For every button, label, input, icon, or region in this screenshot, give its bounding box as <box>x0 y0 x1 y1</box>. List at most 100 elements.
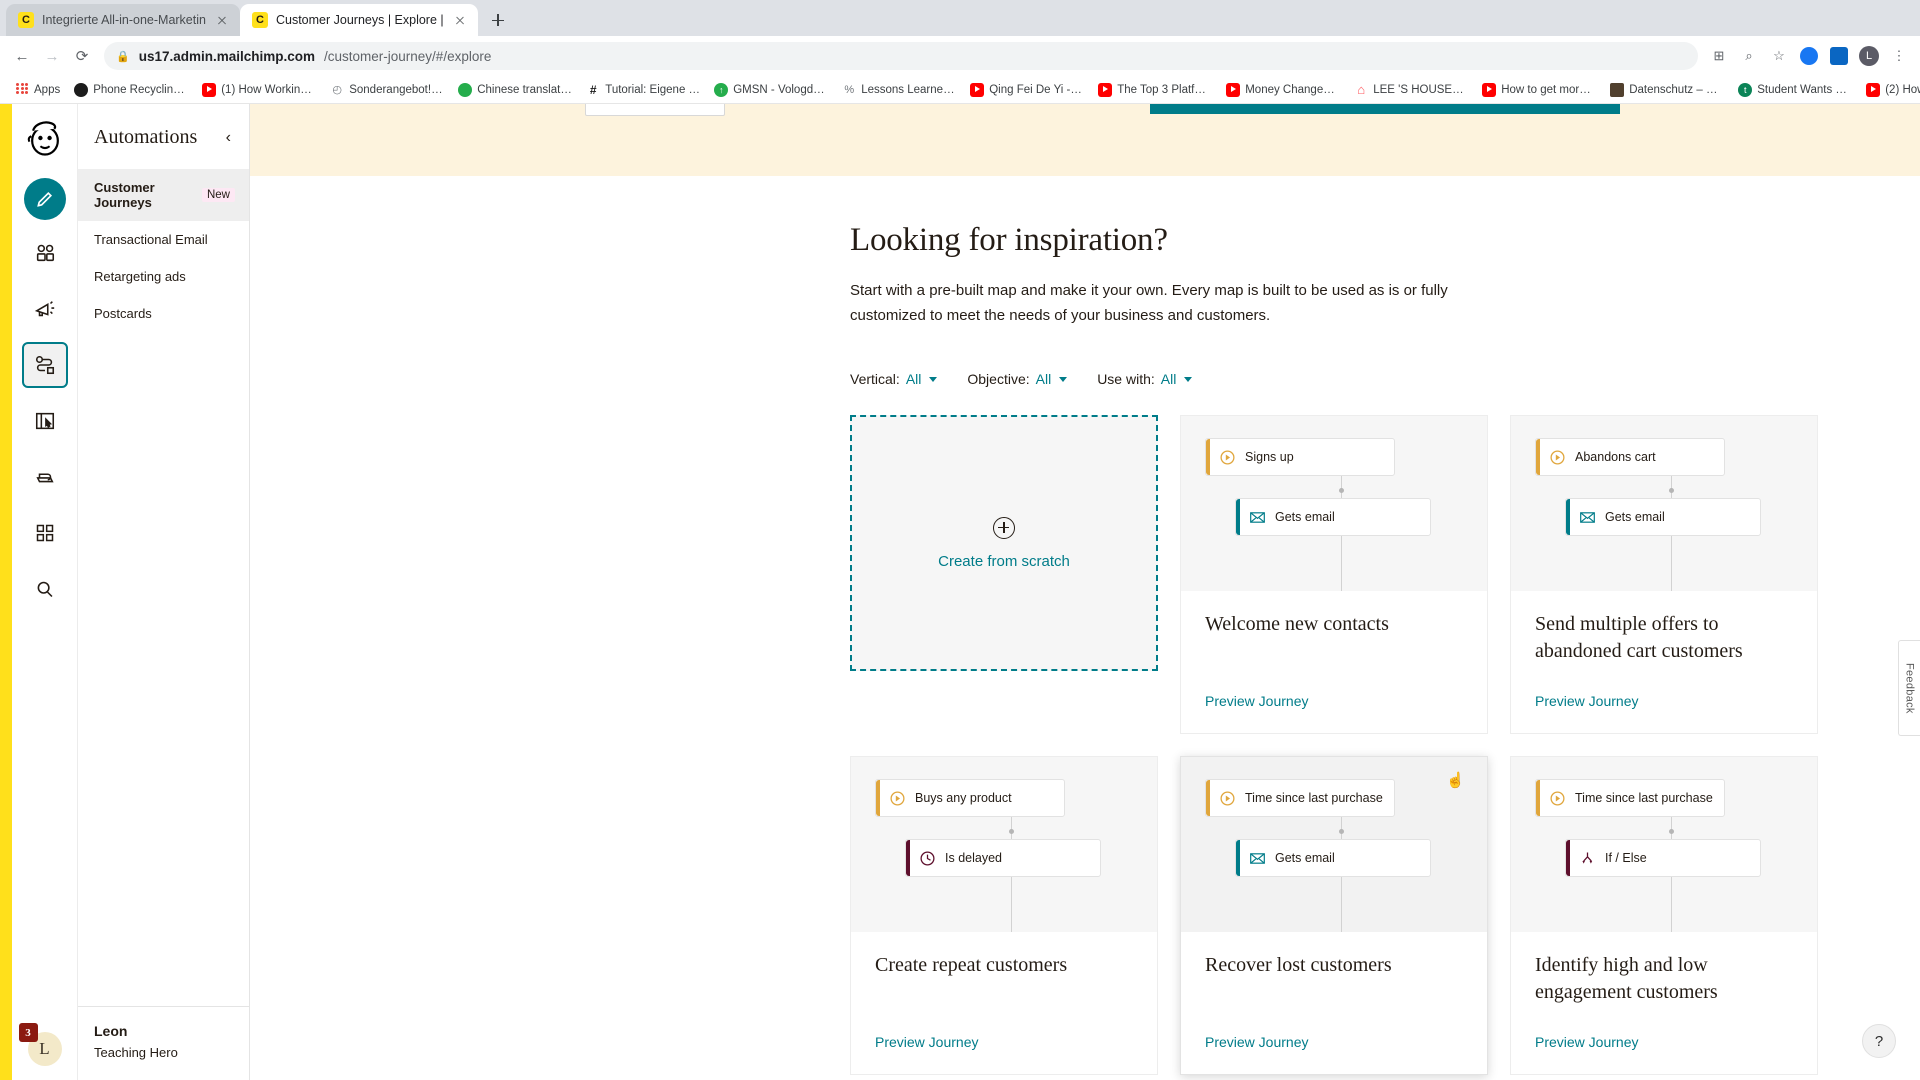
journey-card[interactable]: Time since last purchase If / Else Ident… <box>1510 756 1818 1075</box>
node-label: Time since last purchase <box>1575 791 1713 805</box>
node-label: Gets email <box>1275 510 1335 524</box>
preview-journey-link[interactable]: Preview Journey <box>1205 1006 1463 1050</box>
clock-icon <box>918 849 936 867</box>
filter-objective[interactable]: Objective: All <box>967 371 1068 387</box>
sidebar-item-postcards[interactable]: Postcards <box>78 295 249 332</box>
journey-card-body: Recover lost customers Preview Journey <box>1181 932 1487 1074</box>
bookmark-item[interactable]: (2) How To Add A... <box>1859 81 1920 99</box>
chevron-left-icon[interactable]: ‹ <box>226 129 231 146</box>
create-from-scratch-card[interactable]: Create from scratch <box>850 415 1158 671</box>
sidebar-item-content-studio[interactable] <box>22 454 68 500</box>
zoom-icon[interactable]: ⌕ <box>1736 43 1762 69</box>
chevron-down-icon <box>1184 376 1193 382</box>
apps-grid-icon <box>15 82 29 97</box>
bookmark-item[interactable]: ⌂ LEE 'S HOUSE—... <box>1347 81 1475 99</box>
help-button[interactable]: ? <box>1862 1024 1896 1058</box>
bookmark-item[interactable]: # Tutorial: Eigene Fa... <box>579 81 707 99</box>
preview-journey-link[interactable]: Preview Journey <box>1205 665 1463 709</box>
journey-card[interactable]: Signs up Gets email Welcome new contacts… <box>1180 415 1488 734</box>
bookmark-item[interactable]: Money Changes E... <box>1219 81 1347 99</box>
sidebar-item-campaigns[interactable] <box>22 286 68 332</box>
back-icon[interactable]: ← <box>8 42 36 70</box>
filter-vertical[interactable]: Vertical: All <box>850 371 938 387</box>
filter-use-with[interactable]: Use with: All <box>1097 371 1193 387</box>
preview-journey-link[interactable]: Preview Journey <box>875 1006 1133 1050</box>
bookmark-label: The Top 3 Platfor... <box>1117 83 1213 96</box>
journey-preview: Buys any product Is delayed <box>851 757 1157 932</box>
secondary-nav-header: Automations ‹ <box>78 104 249 169</box>
sidebar-item-search[interactable] <box>22 566 68 612</box>
close-icon[interactable] <box>214 12 230 28</box>
filter-value: All <box>1035 371 1052 387</box>
browser-tab-1[interactable]: C Integrierte All-in-one-Marketin <box>6 4 240 36</box>
sidebar-item-integrations[interactable] <box>22 510 68 556</box>
bookmark-item[interactable]: t Student Wants an... <box>1731 81 1859 99</box>
bookmark-item[interactable]: % Lessons Learned f... <box>835 81 963 99</box>
play-trigger-icon <box>1548 448 1566 466</box>
journey-card[interactable]: Buys any product Is delayed Create repea… <box>850 756 1158 1075</box>
journey-card[interactable]: Abandons cart Gets email Send multiple o… <box>1510 415 1818 734</box>
preview-journey-link[interactable]: Preview Journey <box>1535 665 1793 709</box>
sidebar-item-retargeting-ads[interactable]: Retargeting ads <box>78 258 249 295</box>
journey-node-trigger: Abandons cart <box>1535 438 1725 476</box>
bookmark-item[interactable]: ↑ GMSN - Vologda,... <box>707 81 835 99</box>
bookmark-item[interactable]: The Top 3 Platfor... <box>1091 81 1219 99</box>
close-icon[interactable] <box>452 12 468 28</box>
bookmark-item[interactable]: (1) How Working a... <box>195 81 323 99</box>
profile-avatar-icon[interactable]: L <box>1856 43 1882 69</box>
feedback-tab[interactable]: Feedback <box>1898 640 1920 736</box>
chrome-menu-icon[interactable]: ⋮ <box>1886 43 1912 69</box>
bookmark-item[interactable]: Datenschutz – Re... <box>1603 81 1731 99</box>
journey-node-trigger: Time since last purchase <box>1535 779 1725 817</box>
bookmark-label: Qing Fei De Yi - Y... <box>989 83 1085 96</box>
reload-icon[interactable]: ⟳ <box>68 42 96 70</box>
url-path: /customer-journey/#/explore <box>324 48 492 64</box>
sidebar-item-create[interactable] <box>23 178 66 220</box>
user-info[interactable]: Leon Teaching Hero <box>78 1006 249 1080</box>
plus-circle-icon <box>993 516 1015 539</box>
facebook-profile-icon[interactable] <box>1796 43 1822 69</box>
play-trigger-icon <box>888 789 906 807</box>
clock-circle-icon: ◴ <box>332 84 343 96</box>
page-subheading: Start with a pre-built map and make it y… <box>850 282 1448 324</box>
node-label: Abandons cart <box>1575 450 1656 464</box>
journey-card-body: Identify high and low engagement custome… <box>1511 932 1817 1074</box>
circle-dark-icon <box>74 82 89 97</box>
linkedin-profile-icon[interactable] <box>1826 43 1852 69</box>
hash-icon: # <box>589 82 597 97</box>
forward-icon[interactable]: → <box>38 42 66 70</box>
bookmark-star-icon[interactable]: ☆ <box>1766 43 1792 69</box>
journey-node-trigger: Buys any product <box>875 779 1065 817</box>
journey-preview: Signs up Gets email <box>1181 416 1487 591</box>
bookmark-item[interactable]: Chinese translatio... <box>451 81 579 99</box>
journey-node-action: Gets email <box>1235 839 1431 877</box>
bookmark-item[interactable]: How to get more v... <box>1475 81 1603 99</box>
sidebar-item-automations[interactable] <box>21 342 68 388</box>
brand-accent-bar <box>0 104 12 1080</box>
bookmark-label: Money Changes E... <box>1245 83 1341 96</box>
sidebar-item-transactional-email[interactable]: Transactional Email <box>78 221 249 258</box>
url-domain: us17.admin.mailchimp.com <box>138 48 316 64</box>
filter-label: Use with: <box>1097 371 1155 387</box>
journey-card[interactable]: ☝ Time since last purchase Gets email Re… <box>1180 756 1488 1075</box>
chevron-down-icon <box>1059 376 1068 382</box>
browser-tab-2[interactable]: C Customer Journeys | Explore | <box>239 4 478 36</box>
address-bar[interactable]: 🔒 us17.admin.mailchimp.com/customer-jour… <box>104 42 1698 70</box>
sidebar-item-audience[interactable] <box>22 230 68 276</box>
bookmark-item[interactable]: ◴ Sonderangebot! |... <box>323 81 451 99</box>
new-tab-button[interactable] <box>484 6 512 34</box>
sidebar-item-customer-journeys[interactable]: Customer Journeys New <box>78 169 249 221</box>
avatar[interactable]: 3 L <box>18 1023 62 1066</box>
translate-icon[interactable]: ⊞ <box>1706 43 1732 69</box>
bookmark-item[interactable]: Qing Fei De Yi - Y... <box>963 81 1091 99</box>
promo-banner-strip <box>250 104 1920 176</box>
bookmark-item[interactable]: Apps <box>8 81 67 99</box>
preview-journey-link[interactable]: Preview Journey <box>1535 1006 1793 1050</box>
sidebar-item-website[interactable] <box>22 398 68 444</box>
filter-value: All <box>905 371 922 387</box>
banner-chip <box>1150 104 1620 114</box>
play-trigger-icon <box>1218 448 1236 466</box>
tab-title: Customer Journeys | Explore | <box>275 13 444 27</box>
bookmark-item[interactable]: Phone Recycling.... <box>67 81 195 99</box>
mailchimp-freddie-logo[interactable] <box>23 116 67 160</box>
